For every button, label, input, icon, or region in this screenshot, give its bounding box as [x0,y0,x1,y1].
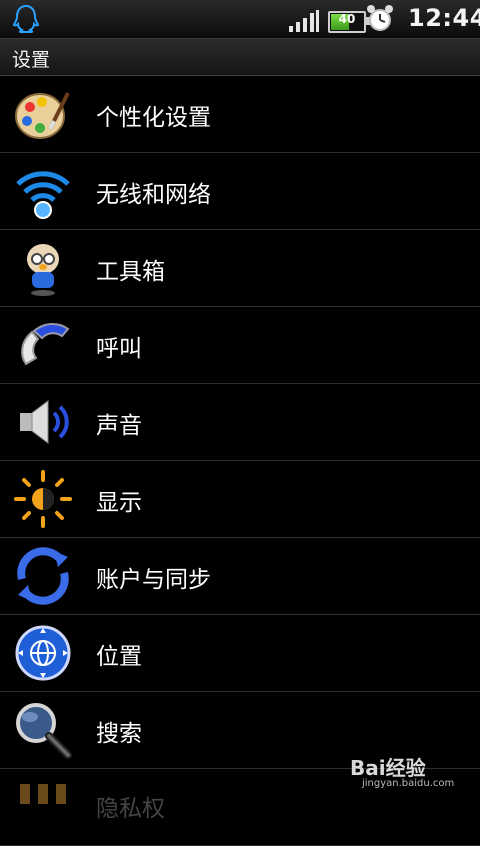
privacy-icon [20,784,66,804]
list-item-wireless[interactable]: 无线和网络 [0,153,480,230]
phone-handset-icon [21,323,70,366]
list-item-label: 显示 [96,490,142,516]
baidu-watermark: Bai经验 jingyan.baidu.com [350,752,454,794]
list-item-accounts-sync[interactable]: 账户与同步 [0,538,480,615]
title-bar: 设置 [0,39,480,76]
alarm-clock-icon [367,5,393,31]
settings-list: 个性化设置 无线和网络 工具箱 呼叫 声音 显示 账户与同步 位置 搜索 隐私权 [0,76,480,846]
list-item-label: 位置 [96,644,142,670]
list-item-label: 呼叫 [96,336,142,362]
speaker-icon [20,400,69,444]
list-item-label: 账户与同步 [96,567,211,593]
globe-location-icon [15,625,71,681]
status-bar: 40 12:44 [0,0,480,39]
palette-icon [15,92,70,139]
watermark-site: jingyan.baidu.com [362,778,455,789]
list-item-location[interactable]: 位置 [0,615,480,692]
battery-level: 40 [338,12,356,26]
list-item-label: 个性化设置 [96,105,211,131]
sync-icon [17,547,69,605]
list-item-label: 工具箱 [96,259,165,285]
qq-penguin-icon[interactable] [10,3,42,35]
list-item-personalize[interactable]: 个性化设置 [0,76,480,153]
signal-icon [289,10,319,32]
list-item-sound[interactable]: 声音 [0,384,480,461]
status-time: 12:44 [408,4,480,32]
list-item-call[interactable]: 呼叫 [0,307,480,384]
list-item-label: 声音 [96,413,142,439]
watermark-brand: Bai经验 [350,756,426,780]
list-item-label: 隐私权 [96,796,165,822]
magnifier-icon [16,703,72,759]
list-item-display[interactable]: 显示 [0,461,480,538]
list-item-toolbox[interactable]: 工具箱 [0,230,480,307]
brightness-icon [14,470,72,528]
wifi-icon [16,171,70,219]
list-item-label: 无线和网络 [96,182,211,208]
page-title: 设置 [12,49,51,71]
penguin-toolbox-icon [27,244,59,296]
list-item-label: 搜索 [96,721,142,747]
